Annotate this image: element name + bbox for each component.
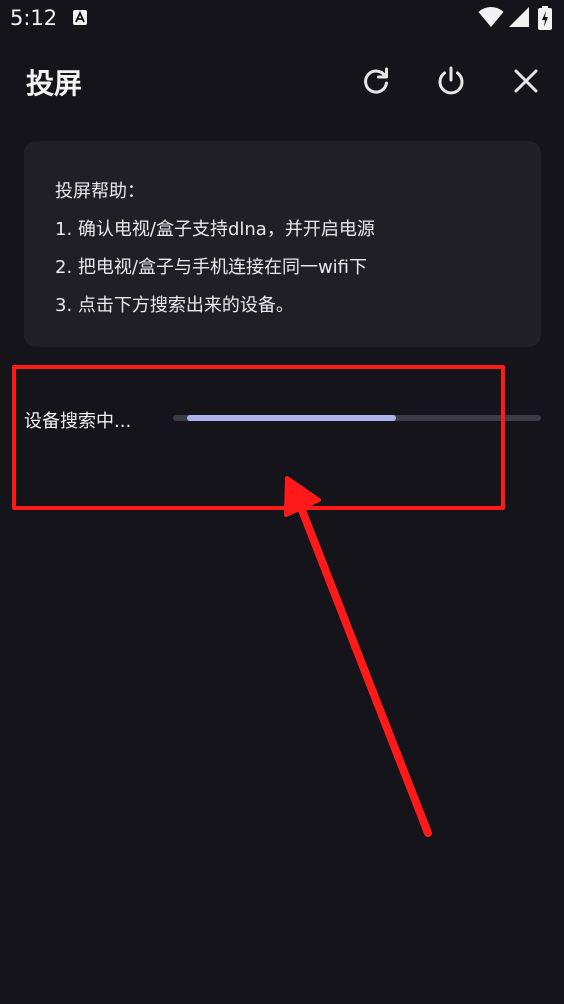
close-icon bbox=[514, 69, 538, 93]
close-button[interactable] bbox=[509, 64, 543, 98]
status-time: 5:12 bbox=[10, 6, 58, 30]
wifi-icon bbox=[478, 6, 504, 32]
help-title: 投屏帮助： bbox=[55, 181, 145, 202]
status-bar: 5:12 bbox=[0, 0, 564, 40]
battery-charging-icon bbox=[538, 6, 552, 34]
help-step-2: 2. 把电视/盒子与手机连接在同一wifi下 bbox=[55, 257, 368, 278]
refresh-icon bbox=[364, 67, 388, 94]
power-button[interactable] bbox=[434, 64, 468, 98]
status-right-icons bbox=[478, 6, 554, 32]
header: 投屏 bbox=[0, 50, 564, 114]
help-step-3: 3. 点击下方搜索出来的设备。 bbox=[55, 295, 294, 316]
page-title: 投屏 bbox=[26, 67, 83, 100]
refresh-button[interactable] bbox=[359, 64, 393, 98]
annotation-highlight-box bbox=[12, 365, 505, 510]
a-notification-icon bbox=[73, 10, 87, 25]
help-card: 投屏帮助： 1. 确认电视/盒子支持dlna，并开启电源 2. 把电视/盒子与手… bbox=[24, 141, 541, 347]
cast-screen: 5:12 投屏 投屏帮助： 1. 确认电视/盒子支持dlna，并开启电源 2. … bbox=[0, 0, 564, 1004]
power-icon bbox=[438, 66, 464, 95]
help-step-1: 1. 确认电视/盒子支持dlna，并开启电源 bbox=[55, 219, 375, 240]
signal-icon bbox=[508, 6, 530, 32]
